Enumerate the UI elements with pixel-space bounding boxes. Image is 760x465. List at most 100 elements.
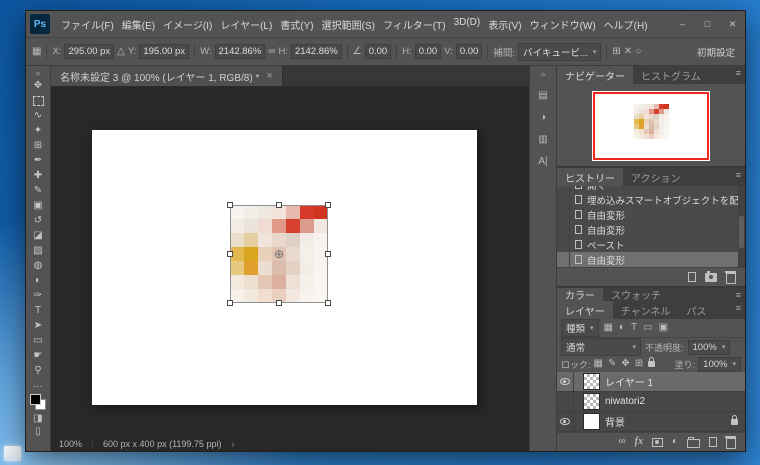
layer-row[interactable]: レイヤー 1 [557,372,745,392]
menubar-item-4[interactable]: レイヤー(L) [216,17,276,32]
pen-tool[interactable]: ✑ [26,288,50,303]
menubar-item-10[interactable]: ウィンドウ(W) [526,17,600,32]
layer-thumbnail[interactable] [583,393,600,410]
new-document-from-state-icon[interactable] [688,272,696,282]
info-panel-icon[interactable]: ▥ [538,134,547,145]
transform-reference-point[interactable]: ⊕ [274,248,284,260]
visibility-toggle[interactable] [557,392,574,411]
blur-tool[interactable]: ◍ [26,258,50,273]
history-source-well[interactable] [560,222,570,237]
history-source-well[interactable] [560,207,570,222]
transform-handle-ne[interactable] [325,202,331,208]
transform-handle-nw[interactable] [227,202,233,208]
healing-brush-tool[interactable]: ✚ [26,168,50,183]
transform-handle-w[interactable] [227,251,233,257]
clone-stamp-tool[interactable]: ▣ [26,198,50,213]
transform-handle-sw[interactable] [227,300,233,306]
shape-filter-icon[interactable]: ▭ [643,323,652,333]
screen-mode-icon[interactable]: ▯ [35,426,41,439]
history-brush-tool[interactable]: ↺ [26,213,50,228]
cancel-transform-icon[interactable]: ✕ [624,46,632,57]
tab-history-1[interactable]: ヒストリー [557,168,623,186]
crop-tool[interactable]: ⊞ [26,138,50,153]
transform-handle-s[interactable] [276,300,282,306]
layer-row[interactable]: niwatori2 [557,392,745,412]
libraries-panel-icon[interactable]: ▤ [538,90,547,101]
interpolation-dropdown[interactable]: バイキュービ... ▾ [517,42,602,61]
close-button[interactable]: ✕ [720,15,745,34]
status-chevron-icon[interactable]: › [231,439,234,449]
menubar-item-2[interactable]: 編集(E) [118,17,159,32]
quick-mask-icon[interactable]: ◨ [33,413,42,426]
tab-layers-2[interactable]: チャンネル [613,301,679,319]
lock-image-pixels-icon[interactable]: ✎ [608,359,616,369]
maintain-aspect-link-icon[interactable]: ∞ [268,46,275,57]
history-scrollbar-thumb[interactable] [739,216,744,248]
transform-handle-e[interactable] [325,251,331,257]
visibility-toggle[interactable] [557,412,574,431]
warp-mode-toggle-icon[interactable]: ⊞ [612,46,620,57]
layer-filter-dropdown[interactable]: 種類 ▾ [561,319,599,337]
pixel-filter-icon[interactable]: ▦ [604,323,613,333]
quick-selection-tool[interactable]: ✦ [26,123,50,138]
maximize-button[interactable]: □ [695,15,720,34]
document-tab[interactable]: 名称未設定 3 @ 100% (レイヤー 1, RGB/8) * × [51,66,283,86]
tab-navigator-1[interactable]: ナビゲーター [557,66,633,84]
layer-row[interactable]: 背景 [557,412,745,432]
tab-color-1[interactable]: カラー [557,288,603,301]
lock-transparent-pixels-icon[interactable]: ▦ [594,359,603,369]
adjustments-panel-icon[interactable]: ◑ [540,112,546,123]
transform-handle-n[interactable] [276,202,282,208]
delete-layer-icon[interactable] [725,436,736,449]
eyedropper-tool[interactable]: ✒ [26,153,50,168]
hand-tool[interactable]: ☛ [26,348,50,363]
layer-thumbnail[interactable] [583,413,600,430]
rotation-input[interactable]: 0.00 [364,44,392,59]
character-panel-icon[interactable]: A| [538,156,547,167]
menubar-item-8[interactable]: 3D(D) [450,17,485,32]
marquee-tool[interactable] [26,93,50,108]
link-layers-icon[interactable]: ∞ [618,437,625,447]
tab-close-icon[interactable]: × [266,70,272,82]
y-input[interactable]: 195.00 px [139,44,190,59]
adjustment-filter-icon[interactable]: ◐ [619,323,625,333]
menubar-item-5[interactable]: 書式(Y) [276,17,317,32]
history-item[interactable]: 自由変形 [557,252,745,267]
menubar-item-11[interactable]: ヘルプ(H) [600,17,652,32]
commit-transform-icon[interactable]: ○ [635,46,641,57]
fill-dropdown[interactable]: 100% ▾ [698,356,741,372]
history-item[interactable]: 自由変形 [557,222,745,237]
width-input[interactable]: 2142.86% [214,44,266,59]
panel-menu-icon[interactable]: ≡ [736,168,745,186]
layer-style-icon[interactable]: fx [635,437,643,447]
visibility-toggle[interactable] [557,372,574,391]
tab-history-2[interactable]: アクション [623,168,689,186]
tab-navigator-2[interactable]: ヒストグラム [633,66,709,84]
x-input[interactable]: 295.00 px [64,44,115,59]
delete-state-icon[interactable] [725,271,736,284]
history-item[interactable]: 自由変形 [557,207,745,222]
navigator-thumbnail[interactable] [592,91,710,161]
menubar-item-1[interactable]: ファイル(F) [57,17,118,32]
taskbar-app-icon[interactable] [4,446,21,461]
lock-position-icon[interactable]: ✥ [621,359,629,369]
history-item[interactable]: 埋め込みスマートオブジェクトを配置 [557,192,745,207]
foreground-color-swatch[interactable] [30,394,41,405]
smart-object-filter-icon[interactable]: ▣ [659,323,668,333]
menubar-item-7[interactable]: フィルター(T) [379,17,450,32]
history-scrollbar[interactable] [738,186,745,267]
add-layer-mask-icon[interactable] [651,437,663,447]
panel-menu-icon[interactable]: ≡ [736,288,745,301]
lock-all-icon[interactable] [648,357,656,367]
blend-mode-dropdown[interactable]: 通常 ▾ [561,338,641,356]
new-group-icon[interactable] [687,436,700,448]
eraser-tool[interactable]: ◪ [26,228,50,243]
layer-thumbnail[interactable] [583,373,600,390]
tab-layers-1[interactable]: レイヤー [557,301,613,319]
document-canvas[interactable]: ⊕ [92,130,477,405]
new-snapshot-icon[interactable] [705,270,717,282]
skew-h-input[interactable]: 0.00 [414,44,442,59]
zoom-level[interactable]: 100% [59,439,82,449]
adjustment-layer-icon[interactable]: ◐ [672,437,678,447]
type-tool[interactable]: T [26,303,50,318]
